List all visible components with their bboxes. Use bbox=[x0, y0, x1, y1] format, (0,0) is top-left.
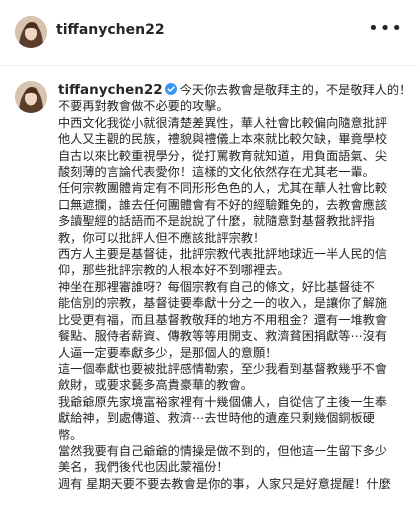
caption-line: 不要再對教會做不必要的攻擊。 bbox=[58, 99, 229, 114]
profile-avatar[interactable] bbox=[15, 16, 47, 48]
post-header: tiffanychen22 ••• bbox=[0, 0, 417, 66]
caption-line: 多讀聖經的話語而不是說說了什麼，就隨意對基督教批評指 bbox=[58, 214, 375, 229]
caption-line: 我爺爺原先家境富裕家裡有十幾個傭人，自從信了主後一生奉 bbox=[58, 394, 388, 409]
avatar-image bbox=[15, 81, 47, 113]
caption-line: 比受更有福，而且基督教敬拜的地方不用租金？還有一堆教會 bbox=[58, 312, 388, 327]
caption-line: 自古以來比較重視學分，從打罵教育就知道，用負面語氣、尖 bbox=[58, 148, 388, 163]
caption-text: 今天你去教會是敬拜主的，不是敬拜人的！ bbox=[179, 83, 410, 97]
caption-line: 教，你可以批評人但不應該批評宗教！ bbox=[58, 230, 266, 245]
caption-line: 他人又主觀的民族，禮貌與禮儀上本來就比較欠缺，畢竟學校 bbox=[58, 132, 388, 147]
caption-line: 神坐在那裡審誰呀？每個宗教有自己的條文，好比基督徒不 bbox=[58, 279, 375, 294]
caption-line: 斂財，或要求藝多高貴豪華的教會。 bbox=[58, 378, 253, 393]
caption-username[interactable]: tiffanychen22 bbox=[58, 82, 163, 98]
more-horizontal-icon[interactable]: ••• bbox=[368, 18, 403, 39]
caption-line: 當然我要有自己爺爺的情操是做不到的，但他這一生留下多少 bbox=[58, 443, 388, 458]
caption-line: 人逼一定要奉獻多少，是那個人的意願！ bbox=[58, 345, 278, 360]
caption-avatar[interactable] bbox=[15, 81, 47, 113]
caption-line: 酸刻薄的言論代表愛你！這樣的文化依然存在尤其老一輩。 bbox=[58, 165, 375, 180]
caption-line: 美名，我們後代也因此蒙福份！ bbox=[58, 460, 229, 475]
caption-line: 幣。 bbox=[58, 427, 83, 442]
caption-line: 週有 星期天要不要去教會是你的事，人家只是好意提醒！什麼 bbox=[58, 476, 391, 491]
caption-line: 西方人主要是基督徒，批評宗教代表批評地球近一半人民的信 bbox=[58, 247, 388, 262]
caption-line: 口無遮攔，誰去任何團體會有不好的經驗難免的，去教會應該 bbox=[58, 197, 388, 212]
caption-line: 仰，那些批評宗教的人根本好不到哪裡去。 bbox=[58, 263, 290, 278]
post-caption: tiffanychen22 今天你去教會是敬拜主的，不是敬拜人的！ 不要再對教會做… bbox=[58, 82, 410, 492]
caption-line: 能信別的宗教，基督徒要奉獻十分之一的收入，是讓你了解施 bbox=[58, 296, 388, 311]
caption-line: tiffanychen22 今天你去教會是敬拜主的，不是敬拜人的！ bbox=[58, 82, 410, 98]
avatar-image bbox=[15, 16, 47, 48]
caption-line: 中西文化我從小就很清楚差異性，華人社會比較偏向隨意批評 bbox=[58, 115, 388, 130]
header-username[interactable]: tiffanychen22 bbox=[56, 22, 165, 38]
caption-line: 餐點、服侍者薪資、傳教等等用開支、救濟貧困捐獻等⋯沒有 bbox=[58, 329, 388, 344]
verified-badge-icon bbox=[164, 83, 177, 95]
caption-line: 這一個奉獻也要被批評感情勒索，至少我看到基督教幾乎不會 bbox=[58, 361, 388, 376]
caption-line: 獻給神，到處傳道、救濟⋯去世時他的遺產只剩幾個銅板硬 bbox=[58, 411, 375, 426]
caption-line: 任何宗教團體肯定有不同形形色色的人，尤其在華人社會比較 bbox=[58, 181, 388, 196]
